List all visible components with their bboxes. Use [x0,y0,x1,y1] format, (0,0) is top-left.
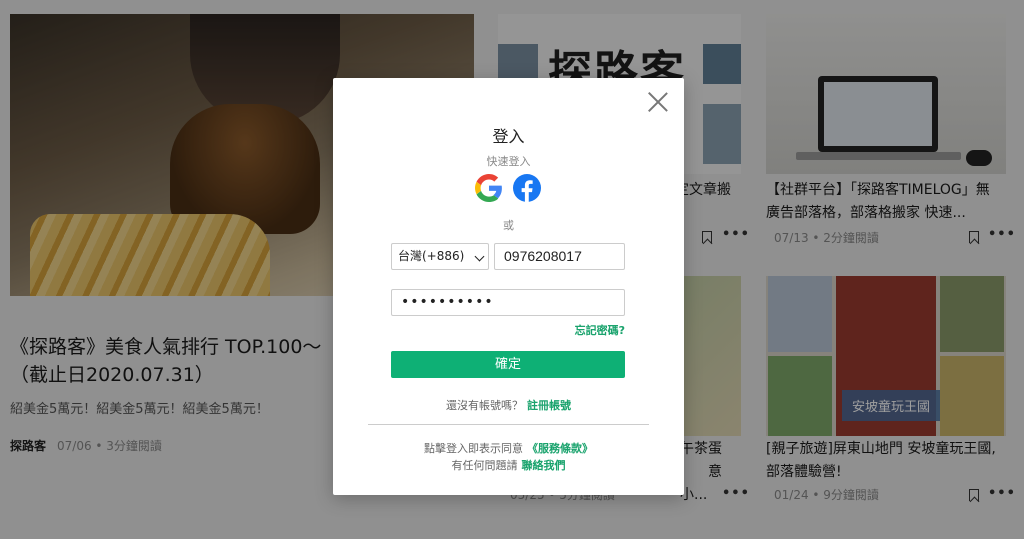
terms-text: 點擊登入即表示同意 《服務條款》 [333,440,684,456]
quick-login-label: 快速登入 [486,155,531,168]
questions-label: 有任何問題請 [451,459,518,472]
phone-input[interactable]: 0976208017 [494,243,625,270]
terms-link[interactable]: 《服務條款》 [527,442,593,455]
facebook-icon[interactable] [513,174,541,202]
or-divider-label: 或 [503,219,514,232]
divider [368,424,649,425]
contact-text: 有任何問題請 聯絡我們 [333,457,684,473]
password-input[interactable]: •••••••••• [391,289,625,316]
no-account-label: 還沒有帳號嗎？ [446,399,523,412]
forgot-password-link[interactable]: 忘記密碼? [575,322,625,338]
contact-link[interactable]: 聯絡我們 [522,459,566,472]
country-code-value: 台灣(+886) [398,249,465,263]
modal-title: 登入 [492,127,525,146]
agree-label: 點擊登入即表示同意 [424,442,523,455]
close-icon[interactable] [648,92,668,112]
country-code-select[interactable]: 台灣(+886) [391,243,489,270]
chevron-down-icon [474,251,485,262]
submit-button[interactable]: 確定 [391,351,625,378]
login-modal: 登入 快速登入 或 台灣(+886) 0976208017 ••••••••••… [333,78,684,495]
google-icon[interactable] [475,174,503,202]
no-account-text: 還沒有帳號嗎？ 註冊帳號 [333,397,684,413]
register-link[interactable]: 註冊帳號 [527,399,571,412]
